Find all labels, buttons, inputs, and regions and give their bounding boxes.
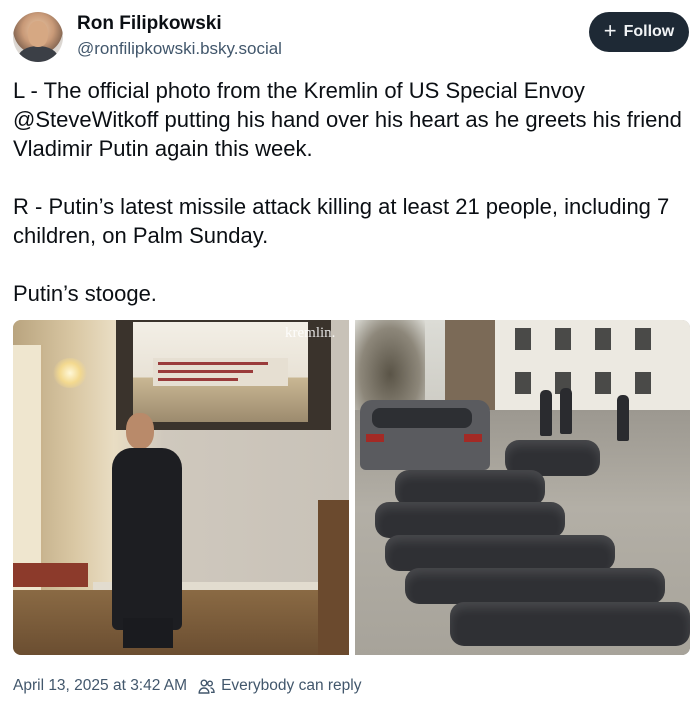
building-window: [635, 372, 651, 394]
man-body: [112, 448, 182, 630]
follow-button[interactable]: + Follow: [589, 12, 689, 52]
photo-door: [13, 345, 43, 590]
author-handle[interactable]: @ronfilipkowski.bsky.social: [77, 39, 282, 59]
body-bag: [395, 470, 545, 506]
body-bag: [450, 602, 690, 646]
screen-line: [158, 370, 253, 373]
car-window: [372, 408, 472, 428]
follow-button-label: Follow: [623, 23, 675, 40]
display-screen: [133, 322, 308, 422]
car-taillight: [366, 434, 384, 442]
photo-watermark: kremlin.: [285, 325, 336, 341]
building-window: [635, 328, 651, 350]
body-bag: [405, 568, 665, 604]
body-bag: [385, 535, 615, 571]
photo-person: [560, 388, 572, 434]
body-bag: [375, 502, 565, 538]
post-text: L - The official photo from the Kremlin …: [13, 76, 693, 308]
author-display-name[interactable]: Ron Filipkowski: [77, 13, 222, 35]
reply-setting[interactable]: Everybody can reply: [221, 677, 361, 695]
wall-lamp: [53, 358, 87, 388]
post-paragraph: L - The official photo from the Kremlin …: [13, 78, 682, 161]
building-window: [595, 372, 611, 394]
screen-line: [158, 362, 268, 365]
post-paragraph: R - Putin’s latest missile attack killin…: [13, 194, 670, 248]
left-photo[interactable]: kremlin.: [13, 320, 349, 655]
photo-trees: [355, 320, 425, 410]
building-window: [595, 328, 611, 350]
avatar-face: [28, 21, 48, 47]
building-window: [515, 328, 531, 350]
white-building: [495, 320, 690, 415]
man-head: [126, 413, 154, 449]
photo-pedestal: [318, 500, 349, 655]
plus-icon: +: [603, 18, 617, 43]
car-taillight: [464, 434, 482, 442]
post-footer: April 13, 2025 at 3:42 AM Everybody can …: [13, 676, 362, 696]
post-paragraph: Putin’s stooge.: [13, 281, 157, 306]
photo-person: [540, 390, 552, 436]
building-window: [515, 372, 531, 394]
right-photo[interactable]: [355, 320, 690, 655]
people-icon: [198, 678, 215, 695]
author-avatar[interactable]: [13, 12, 63, 62]
building-window: [555, 328, 571, 350]
man-legs: [123, 618, 173, 648]
damaged-car: [360, 400, 490, 470]
photo-person: [617, 395, 629, 441]
photo-rug: [13, 563, 88, 587]
screen-line: [158, 378, 238, 381]
avatar-shoulders: [18, 46, 58, 62]
post-timestamp[interactable]: April 13, 2025 at 3:42 AM: [13, 677, 187, 695]
